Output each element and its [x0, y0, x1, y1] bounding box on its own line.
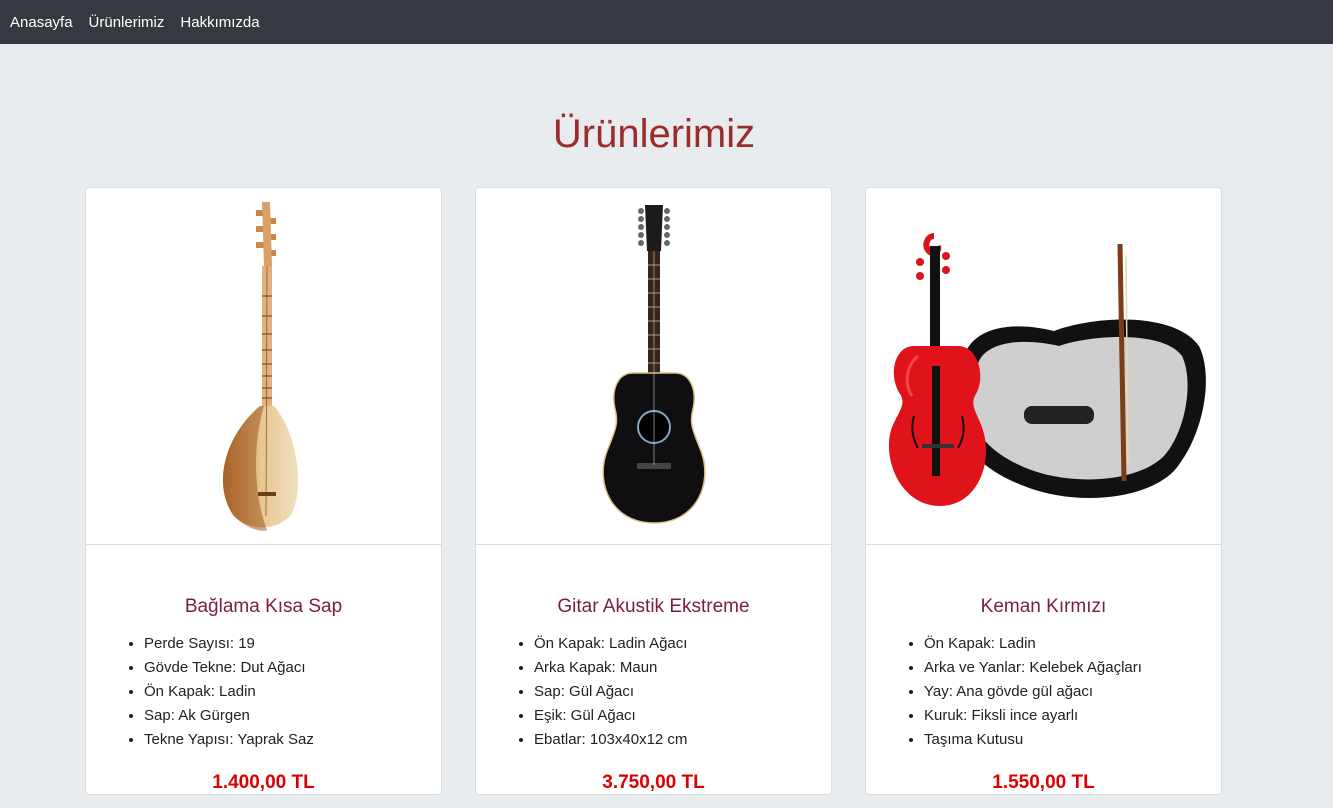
spec-item: Perde Sayısı: 19: [144, 632, 314, 656]
product-price: 1.400,00 TL: [212, 772, 315, 793]
product-price: 3.750,00 TL: [602, 772, 705, 793]
product-card-guitar[interactable]: Gitar Akustik Ekstreme Ön Kapak: Ladin A…: [475, 187, 832, 795]
spec-item: Arka Kapak: Maun: [534, 656, 687, 680]
product-card-violin[interactable]: Keman Kırmızı Ön Kapak: Ladin Arka ve Ya…: [865, 187, 1222, 795]
spec-list: Perde Sayısı: 19 Gövde Tekne: Dut Ağacı …: [126, 632, 314, 752]
spec-item: Sap: Gül Ağacı: [534, 680, 687, 704]
product-image[interactable]: [866, 188, 1221, 545]
nav-link-home[interactable]: Anasayfa: [10, 14, 73, 31]
product-image[interactable]: [476, 188, 831, 545]
nav-link-products[interactable]: Ürünlerimiz: [89, 14, 165, 31]
spec-item: Ön Kapak: Ladin: [924, 632, 1142, 656]
product-title: Gitar Akustik Ekstreme: [557, 596, 750, 617]
nav-link-about[interactable]: Hakkımızda: [180, 14, 259, 31]
spec-item: Ön Kapak: Ladin Ağacı: [534, 632, 687, 656]
product-card-baglama[interactable]: Bağlama Kısa Sap Perde Sayısı: 19 Gövde …: [85, 187, 442, 795]
violin-icon: [888, 233, 1206, 506]
product-price: 1.550,00 TL: [992, 772, 1095, 793]
spec-list: Ön Kapak: Ladin Ağacı Arka Kapak: Maun S…: [516, 632, 687, 752]
spec-item: Ön Kapak: Ladin: [144, 680, 314, 704]
spec-item: Gövde Tekne: Dut Ağacı: [144, 656, 314, 680]
product-title: Keman Kırmızı: [980, 596, 1107, 617]
spec-item: Taşıma Kutusu: [924, 728, 1142, 752]
spec-item: Sap: Ak Gürgen: [144, 704, 314, 728]
spec-item: Tekne Yapısı: Yaprak Saz: [144, 728, 314, 752]
product-title: Bağlama Kısa Sap: [184, 596, 343, 617]
spec-list: Ön Kapak: Ladin Arka ve Yanlar: Kelebek …: [906, 632, 1142, 752]
spec-item: Ebatlar: 103x40x12 cm: [534, 728, 687, 752]
spec-item: Arka ve Yanlar: Kelebek Ağaçları: [924, 656, 1142, 680]
baglama-icon: [222, 202, 298, 531]
spec-item: Eşik: Gül Ağacı: [534, 704, 687, 728]
acoustic-guitar-icon: [601, 205, 706, 524]
spec-item: Kuruk: Fiksli ince ayarlı: [924, 704, 1142, 728]
navbar: Anasayfa Ürünlerimiz Hakkımızda: [0, 0, 1333, 44]
product-image[interactable]: [86, 188, 441, 545]
spec-item: Yay: Ana gövde gül ağacı: [924, 680, 1142, 704]
page-title: Ürünlerimiz: [552, 112, 756, 156]
